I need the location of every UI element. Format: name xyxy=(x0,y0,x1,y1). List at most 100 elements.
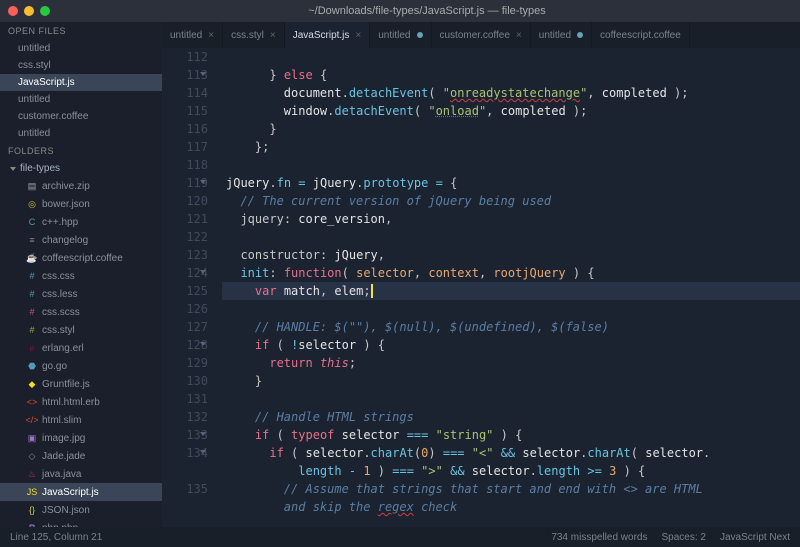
file-name: coffeescript.coffee xyxy=(42,253,123,264)
code-area[interactable]: 1121131141151161171181191201211221231241… xyxy=(162,48,800,527)
code-line[interactable]: // The current version of jQuery being u… xyxy=(222,192,800,210)
code-line[interactable] xyxy=(222,48,800,66)
tab[interactable]: untitled xyxy=(531,22,592,48)
tree-file-item[interactable]: ◎bower.json xyxy=(0,195,162,213)
code-line[interactable] xyxy=(222,390,800,408)
file-name: image.jpg xyxy=(42,433,85,444)
tree-file-item[interactable]: #css.css xyxy=(0,267,162,285)
file-name: JSON.json xyxy=(42,505,90,516)
code-line[interactable]: } xyxy=(222,372,800,390)
code-line[interactable]: length - 1 ) === ">" && selector.length … xyxy=(222,462,800,480)
file-name: c++.hpp xyxy=(42,217,78,228)
code-line[interactable]: } else { xyxy=(222,66,800,84)
code-line[interactable]: if ( !selector ) { xyxy=(222,336,800,354)
close-tab-icon[interactable]: × xyxy=(516,30,522,41)
code-line[interactable]: // HANDLE: $(""), $(null), $(undefined),… xyxy=(222,318,800,336)
code-line[interactable]: constructor: jQuery, xyxy=(222,246,800,264)
file-icon: # xyxy=(26,270,38,282)
file-icon: {} xyxy=(26,504,38,516)
tree-file-item[interactable]: # css.scss xyxy=(0,303,162,321)
tree-file-item[interactable]: #css.less xyxy=(0,285,162,303)
tab-bar: untitled×css.styl×JavaScript.js×untitled… xyxy=(162,22,800,48)
open-file-item[interactable]: css.styl xyxy=(0,57,162,74)
code-line[interactable]: if ( selector.charAt(0) === "<" && selec… xyxy=(222,444,800,462)
sidebar: OPEN FILES untitledcss.stylJavaScript.js… xyxy=(0,22,162,527)
tab-label: untitled xyxy=(170,30,202,41)
folders-header[interactable]: FOLDERS xyxy=(0,142,162,160)
file-icon: JS xyxy=(26,486,38,498)
tree-file-item[interactable]: #css.styl xyxy=(0,321,162,339)
code-line[interactable] xyxy=(222,300,800,318)
tree-file-item[interactable]: </>html.slim xyxy=(0,411,162,429)
open-file-item[interactable]: untitled xyxy=(0,91,162,108)
tab-label: JavaScript.js xyxy=(293,30,350,41)
file-icon: ◆ xyxy=(26,378,38,390)
open-file-item[interactable]: JavaScript.js xyxy=(0,74,162,91)
code-line[interactable]: // Assume that strings that start and en… xyxy=(222,480,800,498)
code-line[interactable]: } xyxy=(222,120,800,138)
status-language[interactable]: JavaScript Next xyxy=(720,532,790,543)
titlebar: ~/Downloads/file-types/JavaScript.js — f… xyxy=(0,0,800,22)
close-window-icon[interactable] xyxy=(8,6,18,16)
minimize-window-icon[interactable] xyxy=(24,6,34,16)
code-line[interactable]: if ( typeof selector === "string" ) { xyxy=(222,426,800,444)
file-name: css.less xyxy=(42,289,78,300)
dirty-indicator-icon xyxy=(417,32,423,38)
folder-root[interactable]: file-types xyxy=(0,160,162,177)
code-line[interactable]: window.detachEvent( "onload", completed … xyxy=(222,102,800,120)
tree-file-item[interactable]: ◇Jade.jade xyxy=(0,447,162,465)
tree-file-item[interactable]: ◆Gruntfile.js xyxy=(0,375,162,393)
tree-file-item[interactable]: JSJavaScript.js xyxy=(0,483,162,501)
code-line[interactable]: }; xyxy=(222,138,800,156)
tree-file-item[interactable]: Cc++.hpp xyxy=(0,213,162,231)
file-name: changelog xyxy=(42,235,88,246)
open-files-header[interactable]: OPEN FILES xyxy=(0,22,162,40)
tab[interactable]: coffeescript.coffee xyxy=(592,22,690,48)
close-tab-icon[interactable]: × xyxy=(208,30,214,41)
code-line[interactable]: var match, elem; xyxy=(222,282,800,300)
code-line[interactable]: jquery: core_version, xyxy=(222,210,800,228)
tab[interactable]: css.styl× xyxy=(223,22,285,48)
tab[interactable]: customer.coffee× xyxy=(432,22,531,48)
code-line[interactable]: jQuery.fn = jQuery.prototype = { xyxy=(222,174,800,192)
file-name: css.scss xyxy=(42,307,80,318)
code-lines[interactable]: } else { document.detachEvent( "onreadys… xyxy=(222,48,800,527)
code-line[interactable]: init: function( selector, context, rootj… xyxy=(222,264,800,282)
tree-file-item[interactable]: ☕coffeescript.coffee xyxy=(0,249,162,267)
tree-file-item[interactable]: {} JSON.json xyxy=(0,501,162,519)
tree-file-item[interactable]: <>html.html.erb xyxy=(0,393,162,411)
close-tab-icon[interactable]: × xyxy=(355,30,361,41)
file-icon: # xyxy=(26,306,38,318)
tree-file-item[interactable]: ▤archive.zip xyxy=(0,177,162,195)
code-line[interactable]: and skip the regex check xyxy=(222,498,800,516)
maximize-window-icon[interactable] xyxy=(40,6,50,16)
open-file-item[interactable]: untitled xyxy=(0,125,162,142)
code-line[interactable]: // Handle HTML strings xyxy=(222,408,800,426)
tab[interactable]: untitled xyxy=(370,22,431,48)
tree-file-item[interactable]: ♨java.java xyxy=(0,465,162,483)
tree-file-item[interactable]: ▣ image.jpg xyxy=(0,429,162,447)
chevron-down-icon xyxy=(10,167,16,171)
open-file-item[interactable]: customer.coffee xyxy=(0,108,162,125)
status-position[interactable]: Line 125, Column 21 xyxy=(10,532,102,543)
status-spellcheck[interactable]: 734 misspelled words xyxy=(551,532,647,543)
code-line[interactable] xyxy=(222,228,800,246)
status-spaces[interactable]: Spaces: 2 xyxy=(661,532,705,543)
code-line[interactable]: document.detachEvent( "onreadystatechang… xyxy=(222,84,800,102)
file-icon: ▣ xyxy=(26,432,38,444)
tree-file-item[interactable]: ⬣go.go xyxy=(0,357,162,375)
close-tab-icon[interactable]: × xyxy=(270,30,276,41)
tree-file-item[interactable]: 𝑒erlang.erl xyxy=(0,339,162,357)
main: OPEN FILES untitledcss.stylJavaScript.js… xyxy=(0,22,800,527)
file-name: erlang.erl xyxy=(42,343,84,354)
file-icon: ◎ xyxy=(26,198,38,210)
code-line[interactable] xyxy=(222,156,800,174)
editor: untitled×css.styl×JavaScript.js×untitled… xyxy=(162,22,800,527)
tree-file-item[interactable]: ₱php.php xyxy=(0,519,162,527)
open-file-item[interactable]: untitled xyxy=(0,40,162,57)
file-icon: ♨ xyxy=(26,468,38,480)
code-line[interactable]: return this; xyxy=(222,354,800,372)
tab[interactable]: untitled × xyxy=(162,22,223,48)
tab[interactable]: JavaScript.js × xyxy=(285,22,371,48)
tree-file-item[interactable]: ≡changelog xyxy=(0,231,162,249)
